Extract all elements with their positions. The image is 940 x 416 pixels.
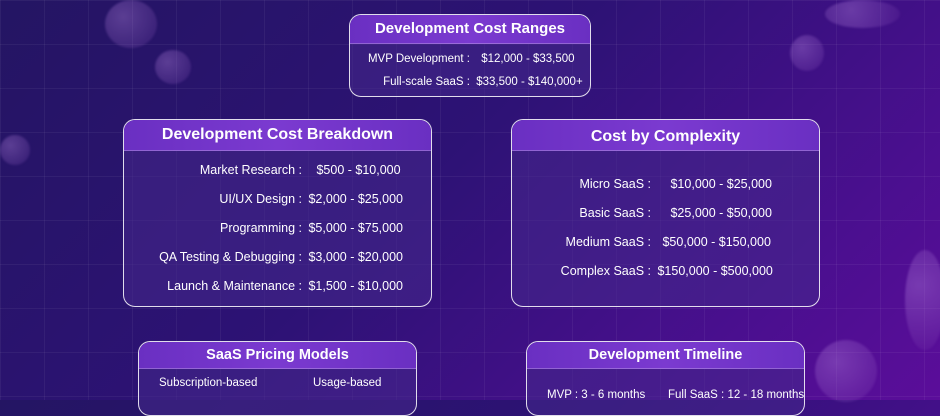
cost-ranges-card: Development Cost Ranges MVP Development … xyxy=(349,14,591,97)
breakdown-row: UI/UX Design : $2,000 - $25,000 xyxy=(124,192,403,206)
complexity-row: Medium SaaS : $50,000 - $150,000 xyxy=(512,235,771,249)
complexity-value: $150,000 - $500,000 xyxy=(657,264,773,278)
cost-range-value: $12,000 - $33,500 xyxy=(481,53,575,65)
complexity-label: Medium SaaS : xyxy=(565,235,651,249)
breakdown-value: $3,000 - $20,000 xyxy=(308,250,404,264)
pricing-model-item: Usage-based xyxy=(313,377,382,389)
complexity-value: $25,000 - $50,000 xyxy=(670,206,772,220)
breakdown-label: QA Testing & Debugging : xyxy=(159,250,302,264)
pricing-models-card: SaaS Pricing Models Subscription-based U… xyxy=(138,341,417,416)
dev-timeline-card: Development Timeline MVP : 3 - 6 months … xyxy=(526,341,805,416)
breakdown-row: Programming : $5,000 - $75,000 xyxy=(124,221,403,235)
breakdown-row: QA Testing & Debugging : $3,000 - $20,00… xyxy=(124,250,403,264)
timeline-item: MVP : 3 - 6 months xyxy=(547,389,646,401)
breakdown-row: Market Research : $500 - $10,000 xyxy=(124,163,401,177)
complexity-label: Basic SaaS : xyxy=(579,206,651,220)
cost-range-label: MVP Development : xyxy=(367,53,470,65)
breakdown-value: $500 - $10,000 xyxy=(316,163,401,177)
complexity-value: $50,000 - $150,000 xyxy=(662,235,771,249)
pricing-models-title: SaaS Pricing Models xyxy=(139,342,416,369)
breakdown-label: Market Research : xyxy=(199,163,302,177)
cost-breakdown-card: Development Cost Breakdown Market Resear… xyxy=(123,119,432,307)
complexity-label: Complex SaaS : xyxy=(560,264,651,278)
cost-range-row: Full-scale SaaS : $33,500 - $140,000+ xyxy=(350,76,590,88)
cost-range-label: Full-scale SaaS : xyxy=(383,76,470,88)
complexity-value: $10,000 - $25,000 xyxy=(670,177,772,191)
decorative-coin-icon xyxy=(0,135,30,165)
decorative-coin-icon xyxy=(825,0,900,28)
decorative-coin-icon xyxy=(105,0,157,48)
complexity-row: Complex SaaS : $150,000 - $500,000 xyxy=(512,264,773,278)
pricing-model-item: Subscription-based xyxy=(159,377,258,389)
cost-complexity-card: Cost by Complexity Micro SaaS : $10,000 … xyxy=(511,119,820,307)
dev-timeline-title: Development Timeline xyxy=(527,342,804,369)
decorative-coin-icon xyxy=(905,250,940,350)
cost-complexity-title: Cost by Complexity xyxy=(512,120,819,151)
cost-breakdown-title: Development Cost Breakdown xyxy=(124,120,431,151)
breakdown-value: $2,000 - $25,000 xyxy=(308,192,404,206)
decorative-coin-icon xyxy=(815,340,877,402)
breakdown-value: $1,500 - $10,000 xyxy=(308,279,404,293)
complexity-label: Micro SaaS : xyxy=(579,177,651,191)
complexity-row: Basic SaaS : $25,000 - $50,000 xyxy=(512,206,772,220)
cost-range-value: $33,500 - $140,000+ xyxy=(476,76,583,88)
breakdown-label: UI/UX Design : xyxy=(219,192,302,206)
breakdown-value: $5,000 - $75,000 xyxy=(308,221,404,235)
breakdown-label: Programming : xyxy=(220,221,302,235)
cost-range-row: MVP Development : $12,000 - $33,500 xyxy=(350,53,590,65)
breakdown-label: Launch & Maintenance : xyxy=(167,279,302,293)
decorative-coin-icon xyxy=(790,35,824,71)
cost-ranges-title: Development Cost Ranges xyxy=(350,15,590,44)
timeline-item: Full SaaS : 12 - 18 months xyxy=(668,389,805,401)
breakdown-row: Launch & Maintenance : $1,500 - $10,000 xyxy=(124,279,403,293)
decorative-coin-icon xyxy=(155,50,191,84)
complexity-row: Micro SaaS : $10,000 - $25,000 xyxy=(512,177,772,191)
